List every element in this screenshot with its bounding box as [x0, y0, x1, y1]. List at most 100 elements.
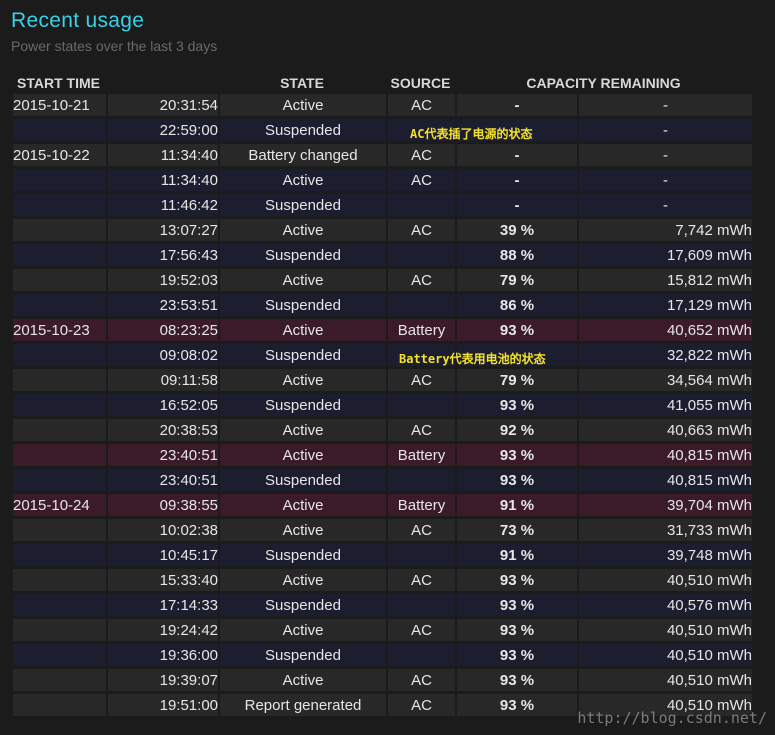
cell-source — [386, 469, 455, 494]
page-subtitle: Power states over the last 3 days — [11, 38, 218, 54]
cell-state: Active — [218, 94, 386, 119]
cell-date — [13, 244, 106, 269]
cell-source — [386, 244, 455, 269]
cell-date: 2015-10-22 — [13, 144, 106, 169]
table-row: 23:40:51 Suspended 93 % 40,815 mWh — [13, 469, 752, 494]
cell-capacity-percent: 79 % — [455, 269, 577, 294]
table-row: 17:56:43 Suspended 88 % 17,609 mWh — [13, 244, 752, 269]
table-row: 19:52:03 Active AC 79 % 15,812 mWh — [13, 269, 752, 294]
cell-capacity-percent: 73 % — [455, 519, 577, 544]
table-row: 17:14:33 Suspended 93 % 40,576 mWh — [13, 594, 752, 619]
cell-date — [13, 344, 106, 369]
cell-time: 10:45:17 — [106, 544, 218, 569]
cell-source: AC — [386, 669, 455, 694]
cell-source: AC — [386, 419, 455, 444]
cell-capacity-mwh: 40,815 mWh — [577, 444, 752, 469]
table-row: 10:02:38 Active AC 73 % 31,733 mWh — [13, 519, 752, 544]
cell-source: AC — [386, 144, 455, 169]
cell-source — [386, 544, 455, 569]
cell-capacity-percent: 79 % — [455, 369, 577, 394]
cell-time: 17:56:43 — [106, 244, 218, 269]
cell-state: Battery changed — [218, 144, 386, 169]
cell-capacity-mwh: 32,822 mWh — [577, 344, 752, 369]
cell-date — [13, 544, 106, 569]
column-header-start-time: START TIME — [17, 75, 100, 91]
cell-date — [13, 219, 106, 244]
cell-source: Battery — [386, 494, 455, 519]
cell-capacity-percent: 39 % — [455, 219, 577, 244]
cell-capacity-percent: 93 % — [455, 569, 577, 594]
table-row: 10:45:17 Suspended 91 % 39,748 mWh — [13, 544, 752, 569]
cell-source: AC — [386, 369, 455, 394]
cell-capacity-percent: 93 % — [455, 619, 577, 644]
cell-time: 11:46:42 — [106, 194, 218, 219]
cell-date — [13, 694, 106, 719]
cell-capacity-percent: - — [455, 144, 577, 169]
cell-capacity-percent: 93 % — [455, 644, 577, 669]
cell-capacity-mwh: 31,733 mWh — [577, 519, 752, 544]
cell-capacity-percent: 93 % — [455, 394, 577, 419]
cell-state: Suspended — [218, 394, 386, 419]
cell-capacity-mwh: 17,129 mWh — [577, 294, 752, 319]
cell-date — [13, 294, 106, 319]
cell-state: Active — [218, 319, 386, 344]
cell-capacity-mwh: 40,576 mWh — [577, 594, 752, 619]
cell-time: 19:24:42 — [106, 619, 218, 644]
column-header-state: STATE — [280, 75, 324, 91]
cell-date — [13, 619, 106, 644]
cell-capacity-mwh: - — [577, 144, 752, 169]
cell-capacity-mwh: - — [577, 119, 752, 144]
table-row: 2015-10-23 08:23:25 Active Battery 93 % 40,65… — [13, 319, 752, 344]
cell-time: 23:40:51 — [106, 469, 218, 494]
table-row: 11:34:40 Active AC - - — [13, 169, 752, 194]
cell-time: 13:07:27 — [106, 219, 218, 244]
cell-capacity-mwh: 41,055 mWh — [577, 394, 752, 419]
cell-date — [13, 194, 106, 219]
cell-time: 11:34:40 — [106, 144, 218, 169]
cell-capacity-mwh: 40,510 mWh — [577, 619, 752, 644]
cell-source: AC — [386, 569, 455, 594]
cell-capacity-mwh: 40,663 mWh — [577, 419, 752, 444]
table-row: 09:08:02 Suspended 32,822 mWh — [13, 344, 752, 369]
table-row: 16:52:05 Suspended 93 % 41,055 mWh — [13, 394, 752, 419]
cell-date — [13, 444, 106, 469]
page-title: Recent usage — [11, 9, 145, 32]
cell-capacity-percent: 93 % — [455, 669, 577, 694]
cell-date: 2015-10-21 — [13, 94, 106, 119]
cell-time: 10:02:38 — [106, 519, 218, 544]
cell-state: Suspended — [218, 244, 386, 269]
cell-state: Active — [218, 669, 386, 694]
cell-state: Active — [218, 419, 386, 444]
cell-time: 20:31:54 — [106, 94, 218, 119]
cell-capacity-mwh: - — [577, 169, 752, 194]
cell-time: 16:52:05 — [106, 394, 218, 419]
cell-date — [13, 169, 106, 194]
column-header-capacity-remaining: CAPACITY REMAINING — [526, 75, 681, 91]
table-row: 2015-10-24 09:38:55 Active Battery 91 % 39,70… — [13, 494, 752, 519]
cell-date — [13, 644, 106, 669]
watermark: http://blog.csdn.net/ — [577, 709, 767, 727]
cell-time: 19:52:03 — [106, 269, 218, 294]
cell-state: Suspended — [218, 344, 386, 369]
cell-capacity-percent: - — [455, 194, 577, 219]
cell-capacity-percent: 91 % — [455, 544, 577, 569]
cell-capacity-percent: - — [455, 94, 577, 119]
cell-capacity-mwh: 40,510 mWh — [577, 569, 752, 594]
cell-state: Suspended — [218, 644, 386, 669]
cell-time: 19:39:07 — [106, 669, 218, 694]
cell-time: 22:59:00 — [106, 119, 218, 144]
table-header-row: START TIME STATE SOURCE CAPACITY REMAINI… — [13, 72, 752, 94]
cell-capacity-percent: 93 % — [455, 594, 577, 619]
cell-date — [13, 594, 106, 619]
cell-state: Active — [218, 169, 386, 194]
cell-capacity-percent: 86 % — [455, 294, 577, 319]
table-row: 11:46:42 Suspended - - — [13, 194, 752, 219]
cell-capacity-percent: 93 % — [455, 694, 577, 719]
table-row: 2015-10-21 20:31:54 Active AC - - — [13, 94, 752, 119]
cell-capacity-mwh: 7,742 mWh — [577, 219, 752, 244]
cell-state: Suspended — [218, 194, 386, 219]
cell-capacity-mwh: 40,510 mWh — [577, 669, 752, 694]
cell-capacity-mwh: 15,812 mWh — [577, 269, 752, 294]
cell-state: Suspended — [218, 294, 386, 319]
cell-state: Suspended — [218, 119, 386, 144]
